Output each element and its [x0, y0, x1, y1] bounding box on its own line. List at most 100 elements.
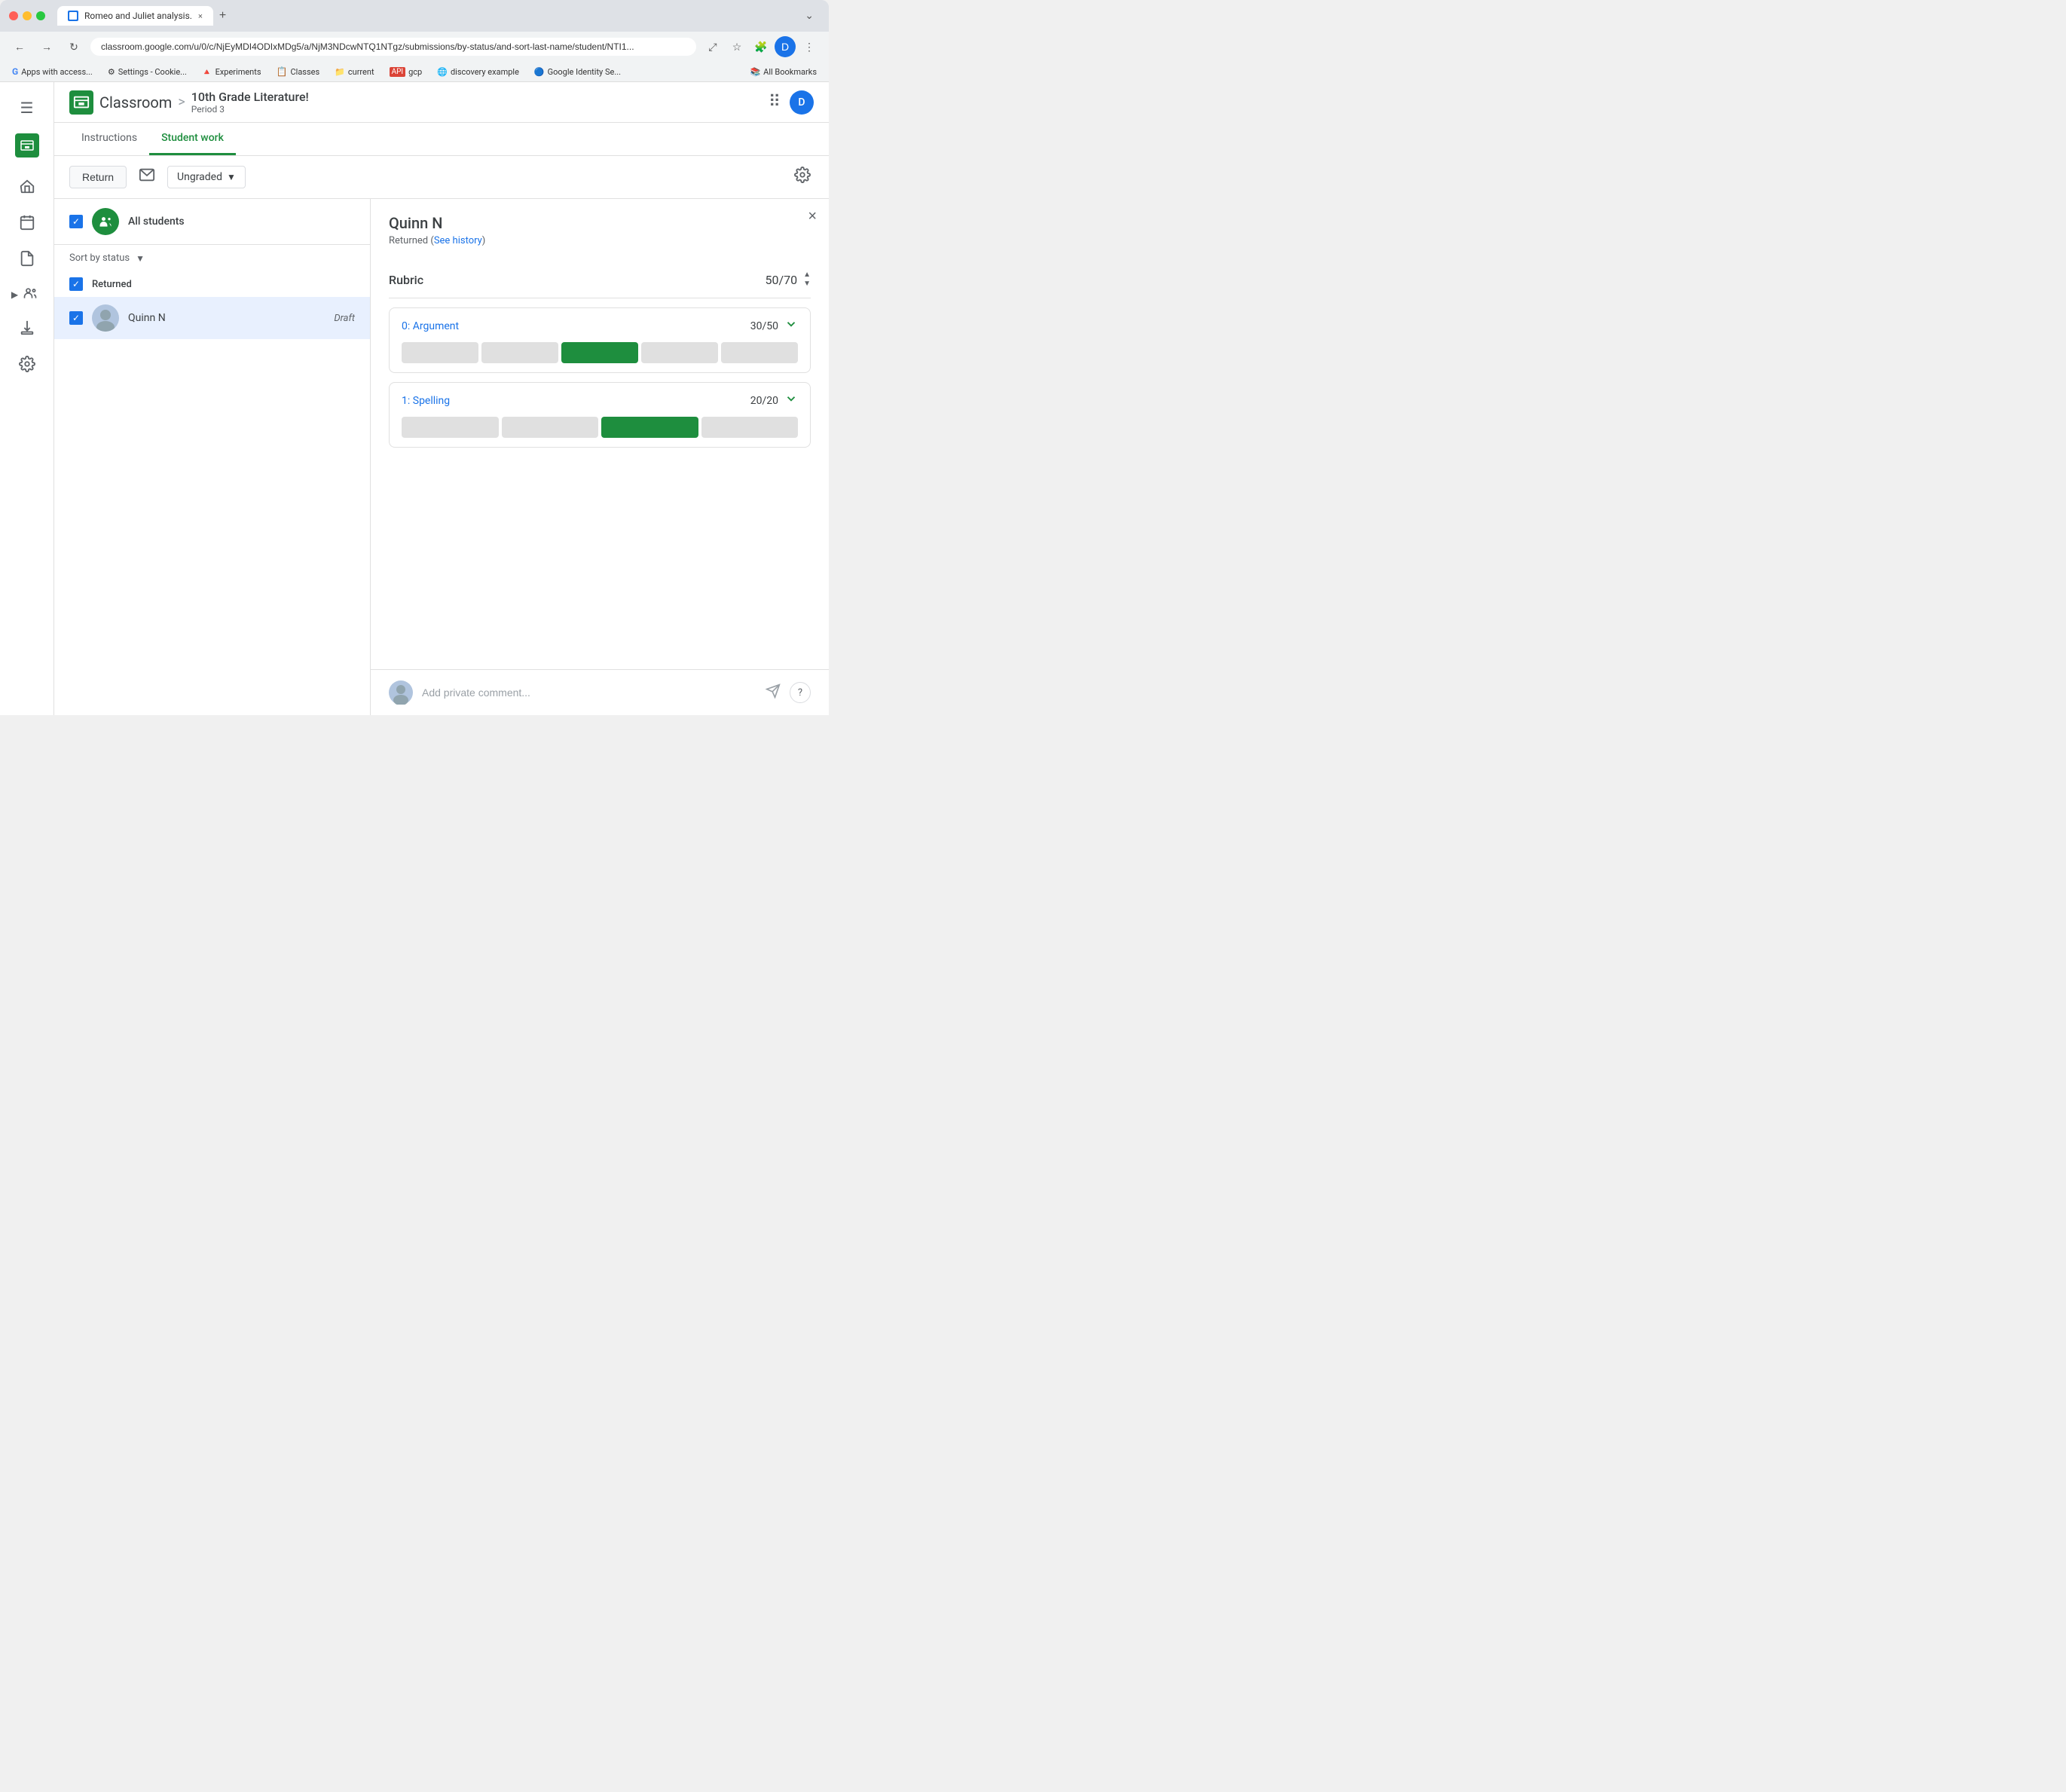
help-button[interactable]: ? — [790, 682, 811, 703]
sidebar-logo — [15, 133, 39, 157]
browser-more-button[interactable]: ⌄ — [805, 10, 820, 22]
score-bar-2[interactable] — [481, 342, 558, 363]
tab-student-work[interactable]: Student work — [149, 123, 236, 155]
spelling-score-bar-4[interactable] — [701, 417, 799, 438]
criterion-argument: 0: Argument 30/50 — [389, 307, 811, 373]
student-checkbox[interactable]: ✓ — [69, 311, 83, 325]
bookmark-classes[interactable]: 📋 Classes — [274, 65, 323, 78]
student-name: Quinn N — [128, 312, 325, 324]
score-up-icon: ▲ — [803, 271, 811, 280]
student-detail-name: Quinn N — [389, 214, 811, 232]
bookmark-experiments[interactable]: 🔺 Experiments — [199, 66, 264, 78]
criterion-spelling-score-value: 20/20 — [750, 395, 778, 407]
bookmark-settings-icon: ⚙ — [108, 67, 115, 77]
criterion-argument-score: 30/50 — [750, 317, 798, 335]
address-bar[interactable] — [90, 38, 696, 56]
bookmark-button[interactable]: ☆ — [726, 36, 747, 57]
refresh-button[interactable]: ↻ — [63, 36, 84, 57]
settings-button[interactable] — [791, 164, 814, 191]
criterion-spelling-score: 20/20 — [750, 392, 798, 409]
apps-grid-icon[interactable]: ⠿ — [769, 93, 781, 112]
score-bar-4[interactable] — [641, 342, 718, 363]
rubric-score-arrows[interactable]: ▲ ▼ — [803, 271, 811, 289]
all-students-checkbox[interactable]: ✓ — [69, 215, 83, 228]
criterion-spelling-bars — [402, 417, 798, 438]
returned-checkbox-check-icon: ✓ — [72, 279, 80, 289]
tabs-bar: Instructions Student work — [54, 123, 829, 156]
student-checkbox-icon: ✓ — [72, 313, 80, 323]
sort-row: Sort by status ▼ — [54, 245, 370, 271]
class-info[interactable]: 10th Grade Literature! Period 3 — [191, 90, 309, 115]
bookmark-all-label: All Bookmarks — [763, 67, 817, 77]
more-options-button[interactable]: ⋮ — [799, 36, 820, 57]
window-controls — [9, 11, 45, 20]
criterion-argument-score-value: 30/50 — [750, 320, 778, 332]
bookmark-apps[interactable]: G Apps with access... — [9, 65, 96, 78]
bookmark-google-identity-label: Google Identity Se... — [548, 67, 621, 77]
sidebar-menu-button[interactable]: ☰ — [11, 91, 44, 124]
sidebar-item-settings[interactable] — [11, 347, 44, 381]
bookmark-settings[interactable]: ⚙ Settings - Cookie... — [105, 66, 190, 78]
return-button[interactable]: Return — [69, 166, 127, 188]
extensions-button[interactable]: 🧩 — [750, 36, 772, 57]
content-area: ✓ All students Sort by status ▼ — [54, 199, 829, 715]
bookmark-apps-label: Apps with access... — [21, 67, 93, 77]
all-students-icon — [92, 208, 119, 235]
tab-close-button[interactable]: × — [198, 11, 203, 21]
sidebar-item-home[interactable] — [11, 170, 44, 203]
active-tab[interactable]: Romeo and Juliet analysis. × — [57, 6, 213, 26]
minimize-window-button[interactable] — [23, 11, 32, 20]
bookmark-gcp-icon: API — [390, 67, 406, 77]
cast-button[interactable]: ⤢ — [702, 36, 723, 57]
bookmark-gcp-label: gcp — [408, 67, 422, 77]
score-down-icon: ▼ — [803, 280, 811, 289]
bookmark-all[interactable]: 📚 All Bookmarks — [747, 66, 820, 78]
nav-action-icons: ⤢ ☆ 🧩 D ⋮ — [702, 36, 820, 57]
new-tab-button[interactable]: + — [213, 6, 232, 26]
bookmark-experiments-icon: 🔺 — [202, 67, 212, 77]
score-bar-5[interactable] — [721, 342, 798, 363]
browser-tabs: Romeo and Juliet analysis. × + — [57, 6, 232, 26]
maximize-window-button[interactable] — [36, 11, 45, 20]
sidebar-item-assignments[interactable] — [11, 242, 44, 275]
profile-button[interactable]: D — [775, 36, 796, 57]
forward-button[interactable]: → — [36, 36, 57, 57]
sidebar-expand-button[interactable]: ▶ — [11, 281, 42, 308]
student-list: ✓ All students Sort by status ▼ — [54, 199, 371, 715]
sidebar-item-calendar[interactable] — [11, 206, 44, 239]
criterion-argument-expand-button[interactable] — [784, 317, 798, 335]
criterion-argument-bars — [402, 342, 798, 363]
bookmark-classes-label: Classes — [290, 67, 319, 77]
tab-title: Romeo and Juliet analysis. — [84, 11, 192, 21]
student-row[interactable]: ✓ Quinn N Draft — [54, 297, 370, 339]
tab-instructions[interactable]: Instructions — [69, 123, 149, 155]
see-history-link[interactable]: See history — [434, 235, 482, 246]
email-button[interactable] — [136, 164, 158, 191]
student-detail-panel: × Quinn N Returned (See history) Rubric … — [371, 199, 829, 715]
sidebar-item-people[interactable] — [18, 281, 42, 305]
bookmark-google-identity[interactable]: 🔵 Google Identity Se... — [531, 66, 624, 78]
send-comment-button[interactable] — [766, 683, 781, 702]
close-window-button[interactable] — [9, 11, 18, 20]
sidebar-item-download[interactable] — [11, 311, 44, 344]
returned-section-checkbox[interactable]: ✓ — [69, 277, 83, 291]
score-bar-3[interactable] — [561, 342, 638, 363]
bookmark-discovery[interactable]: 🌐 discovery example — [434, 66, 522, 78]
sort-label: Sort by status — [69, 252, 130, 264]
spelling-score-bar-2[interactable] — [502, 417, 599, 438]
bookmark-gcp[interactable]: API gcp — [387, 66, 426, 78]
score-bar-1[interactable] — [402, 342, 478, 363]
grade-filter-select[interactable]: Ungraded ▼ — [167, 166, 246, 188]
back-button[interactable]: ← — [9, 36, 30, 57]
rubric-header: Rubric 50/70 ▲ ▼ — [389, 261, 811, 298]
sort-dropdown-icon[interactable]: ▼ — [136, 253, 145, 264]
user-avatar[interactable]: D — [790, 90, 814, 115]
criterion-spelling-name: 1: Spelling — [402, 395, 450, 407]
bookmark-current[interactable]: 📁 current — [332, 66, 377, 78]
spelling-score-bar-3[interactable] — [601, 417, 698, 438]
criterion-spelling-expand-button[interactable] — [784, 392, 798, 409]
close-panel-button[interactable]: × — [808, 208, 817, 225]
student-status: Draft — [334, 313, 355, 324]
comment-input[interactable] — [422, 687, 756, 699]
spelling-score-bar-1[interactable] — [402, 417, 499, 438]
